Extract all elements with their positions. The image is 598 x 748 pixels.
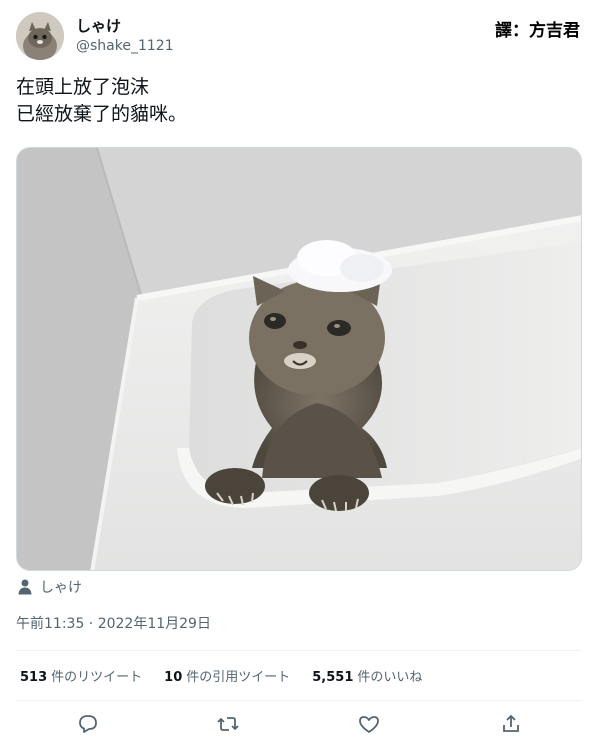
quotes-count: 10 xyxy=(164,670,183,685)
translator-watermark: 譯：方吉君 xyxy=(495,21,580,41)
tweet-text: 在頭上放了泡沫 已經放棄了的貓咪。 xyxy=(16,74,187,128)
retweets-label: 件のリツイート xyxy=(51,670,143,685)
action-bar xyxy=(16,708,582,740)
likes-stat[interactable]: 5,551 件のいいね xyxy=(312,666,422,685)
divider xyxy=(16,650,582,651)
reply-button[interactable] xyxy=(76,712,100,736)
retweets-stat[interactable]: 513 件のリツイート xyxy=(20,666,142,685)
author-names: しゃけ @shake_1121 xyxy=(76,16,174,56)
avatar[interactable] xyxy=(16,12,64,60)
like-button[interactable] xyxy=(357,712,381,736)
engagement-stats: 513 件のリツイート 10 件の引用ツイート 5,551 件のいいね xyxy=(20,666,444,685)
share-button[interactable] xyxy=(499,712,523,736)
cat-in-bathtub-photo xyxy=(17,148,581,570)
tweet-text-line-2: 已經放棄了的貓咪。 xyxy=(16,103,188,125)
likes-count: 5,551 xyxy=(312,670,354,685)
quotes-label: 件の引用ツイート xyxy=(186,670,291,685)
divider xyxy=(16,700,582,701)
quotes-stat[interactable]: 10 件の引用ツイート xyxy=(164,666,290,685)
media-tag[interactable]: しゃけ xyxy=(18,577,82,597)
display-name[interactable]: しゃけ xyxy=(76,16,174,36)
tweet-header: しゃけ @shake_1121 xyxy=(16,12,174,60)
tweet-text-line-1: 在頭上放了泡沫 xyxy=(16,76,150,98)
retweet-button[interactable] xyxy=(216,712,240,736)
tweet-timestamp[interactable]: 午前11:35 · 2022年11月29日 xyxy=(16,613,211,633)
user-handle[interactable]: @shake_1121 xyxy=(76,37,174,56)
tweet-photo[interactable] xyxy=(16,147,582,571)
media-tag-label: しゃけ xyxy=(40,580,82,596)
retweets-count: 513 xyxy=(20,670,48,685)
retweet-icon xyxy=(217,717,239,731)
reply-icon xyxy=(79,715,97,733)
likes-label: 件のいいね xyxy=(357,670,423,685)
like-icon xyxy=(359,716,379,733)
person-icon xyxy=(18,579,32,595)
share-icon xyxy=(503,714,519,732)
